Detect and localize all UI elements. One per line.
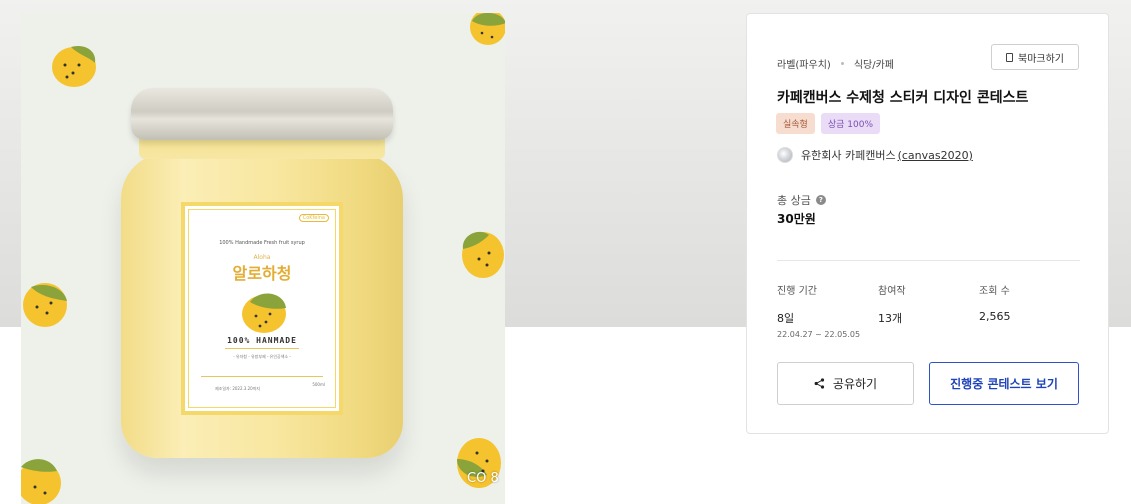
label-handmade: 100% HANMADE [227,336,297,345]
stat-period-label: 진행 기간 [777,286,817,297]
stat-period-value: 8일 [777,312,795,325]
image-corner-badge: CO 8 [467,471,499,486]
fruit-decoration-icon [21,459,61,504]
label-divider [225,348,299,349]
contest-info-card: 라벨(파우치) 식당/카페 북마크하기 카페캔버스 수제청 스티커 디자인 콘테… [746,13,1109,434]
label-title: 알로하청 [232,264,292,283]
breadcrumb-separator [840,62,844,65]
stat-period-range: 22.04.27 ~ 22.05.05 [777,330,861,339]
host-avatar [777,147,793,163]
tag-prize-percent: 상금 100% [820,113,880,134]
bookmark-label: 북마크하기 [1018,53,1064,65]
total-prize-label-text: 총 상금 [777,194,811,207]
section-divider [777,260,1080,261]
host-handle-link[interactable]: (canvas2020) [898,149,973,162]
fruit-decoration-icon [23,283,67,327]
label-date: 제조일자: 2022.3.20까지 [215,386,261,391]
stat-participants: 참여작 13개 [878,282,906,326]
view-ongoing-contests-button[interactable]: 진행중 콘테스트 보기 [929,362,1079,405]
label-ingredients: - 유자청 - 유방부제 - 유인공색소 - [233,354,291,359]
jar-sticker-label: CoKfeina 100% Handmade Fresh fruit syrup… [181,202,343,415]
breadcrumb-subcategory[interactable]: 식당/카페 [854,56,894,71]
host-info[interactable]: 유한회사 카페캔버스 (canvas2020) [777,147,973,163]
stat-views-label: 조회 수 [979,286,1010,297]
stat-period: 진행 기간 8일 22.04.27 ~ 22.05.05 [777,282,860,339]
tag-value-type: 실속형 [776,113,815,134]
fruit-decoration-icon [470,13,505,45]
share-icon [814,378,825,389]
fruit-decoration-icon [52,45,96,87]
total-prize-value: 30만원 [777,212,816,226]
label-divider [201,376,323,377]
label-subtitle: 100% Handmade Fresh fruit syrup [219,240,305,246]
stat-participants-label: 참여작 [878,286,906,297]
label-fruit-icon [242,293,286,333]
share-label: 공유하기 [832,377,878,391]
help-icon[interactable]: ? [815,195,826,205]
jar-lid [131,88,393,140]
fruit-decoration-icon [462,231,504,278]
stat-views: 조회 수 2,565 [979,282,1011,323]
contest-tags: 실속형 상금 100% [776,113,880,134]
bookmark-button[interactable]: 북마크하기 [991,44,1079,70]
label-brand: CoKfeina [298,214,329,222]
contest-title: 카페캔버스 수제청 스티커 디자인 콘테스트 [777,90,1029,106]
stat-participants-value: 13개 [878,312,903,325]
bookmark-icon [1006,52,1013,62]
fruit-decoration-icon [457,438,501,488]
contest-hero-image[interactable]: CoKfeina 100% Handmade Fresh fruit syrup… [21,13,505,504]
breadcrumb: 라벨(파우치) 식당/카페 [777,56,894,71]
host-name: 유한회사 카페캔버스 [801,149,896,162]
stat-views-value: 2,565 [979,310,1011,323]
breadcrumb-category[interactable]: 라벨(파우치) [777,56,831,71]
share-button[interactable]: 공유하기 [777,362,914,405]
label-volume: 500ml [312,382,325,387]
total-prize-label: 총 상금 ? [777,192,826,208]
